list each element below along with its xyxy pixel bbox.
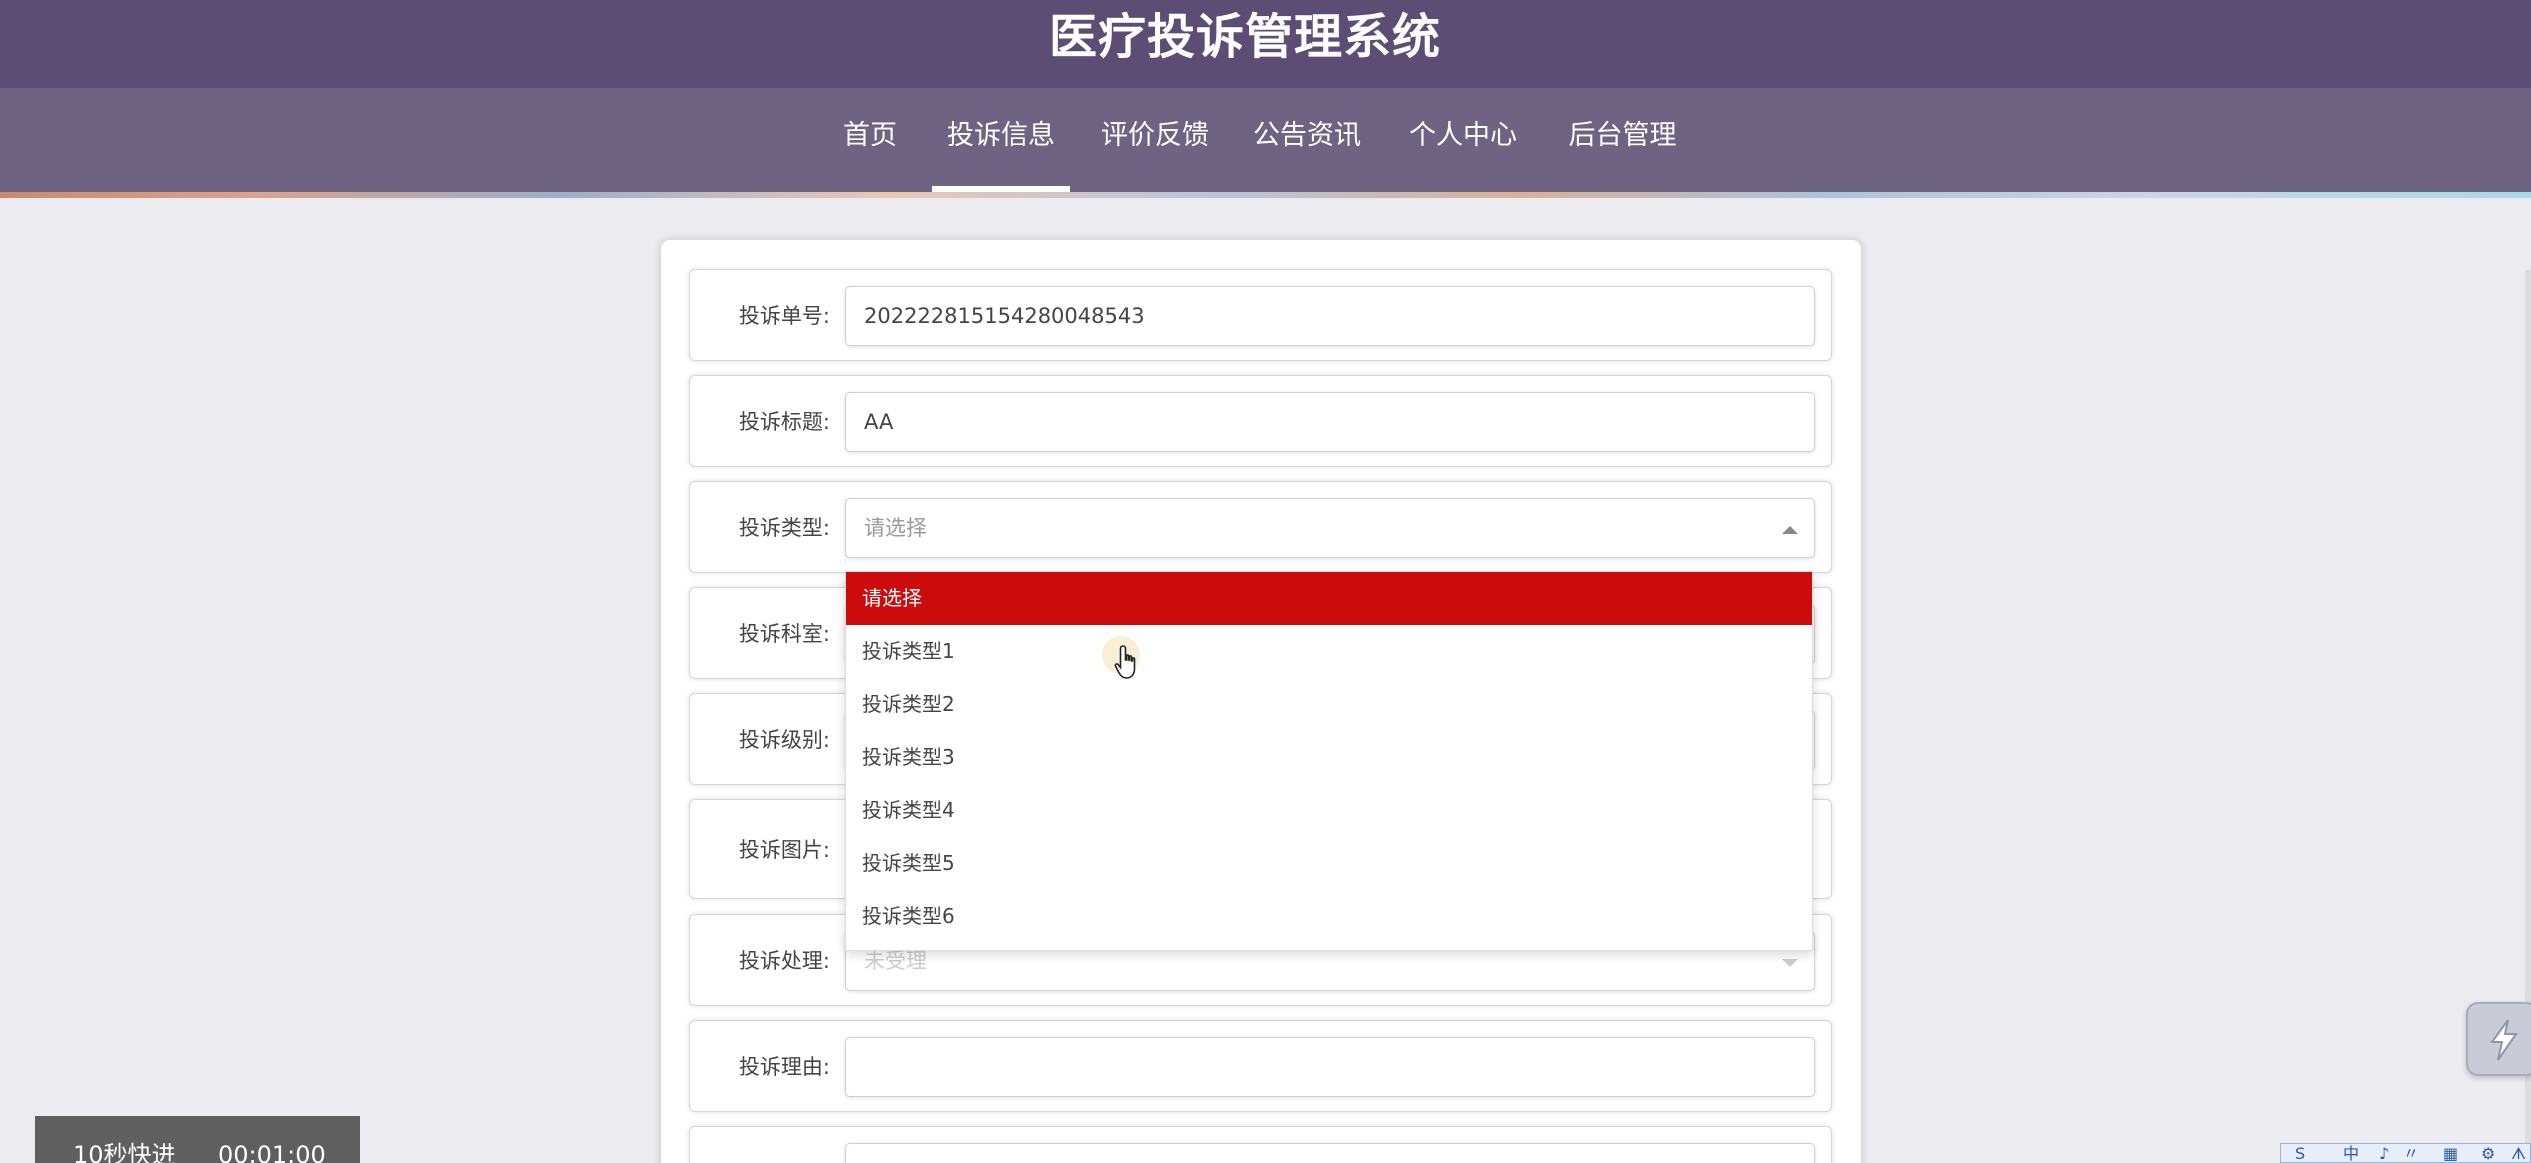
banner-image-strip <box>0 192 2531 198</box>
ime-settings-icon[interactable]: ⚙ <box>2481 1144 2495 1163</box>
ime-voice-icon[interactable]: ♪ <box>2379 1144 2389 1163</box>
top-header: 医疗投诉管理系统 <box>0 0 2531 88</box>
ime-toolbar: S 中 ♪ 〃 ▦ ⚙ ᗑ <box>2280 1143 2531 1163</box>
fast-forward-timer[interactable]: 10秒快进 00:01:00 <box>35 1116 360 1163</box>
dropdown-option[interactable]: 投诉类型4 <box>846 784 1812 837</box>
complaint-type-value: 请选择 <box>864 516 927 540</box>
main-nav: 首页 投诉信息 评价反馈 公告资讯 个人中心 后台管理 <box>0 88 2531 192</box>
complaint-no-label: 投诉单号: <box>738 304 830 328</box>
nav-item-feedback[interactable]: 评价反馈 <box>1090 88 1220 192</box>
timer-label: 10秒快进 <box>73 1141 176 1163</box>
complaint-type-select[interactable]: 请选择 <box>845 498 1815 558</box>
lightning-icon <box>2490 1019 2518 1061</box>
form-row-complaint-reason: 投诉理由: <box>689 1020 1832 1112</box>
form-row-complaint-title: 投诉标题: AA <box>689 375 1832 467</box>
dropdown-option[interactable]: 投诉类型5 <box>846 837 1812 890</box>
dropdown-option[interactable]: 投诉类型3 <box>846 731 1812 784</box>
complaint-type-label: 投诉类型: <box>738 516 830 540</box>
complaint-dept-label: 投诉科室: <box>738 622 830 646</box>
ime-lang-toggle[interactable]: 中 <box>2343 1144 2359 1163</box>
nav-item-home[interactable]: 首页 <box>826 88 914 192</box>
complaint-handling-value: 未受理 <box>864 949 927 973</box>
dropdown-option[interactable]: 投诉类型2 <box>846 678 1812 731</box>
complaint-reason-input[interactable] <box>845 1037 1815 1097</box>
form-row-next <box>689 1126 1832 1163</box>
dropdown-option[interactable]: 投诉类型1 <box>846 625 1812 678</box>
complaint-reason-label: 投诉理由: <box>738 1055 830 1079</box>
form-row-complaint-type: 投诉类型: 请选择 <box>689 481 1832 573</box>
timer-value: 00:01:00 <box>218 1141 326 1163</box>
ime-logo-icon[interactable]: S <box>2295 1144 2305 1163</box>
nav-item-admin[interactable]: 后台管理 <box>1555 88 1690 192</box>
complaint-image-label: 投诉图片: <box>738 838 830 862</box>
page: 医疗投诉管理系统 首页 投诉信息 评价反馈 公告资讯 个人中心 后台管理 投诉单… <box>0 0 2531 1163</box>
dropdown-option[interactable]: 投诉类型6 <box>846 890 1812 943</box>
complaint-title-label: 投诉标题: <box>738 410 830 434</box>
complaint-level-label: 投诉级别: <box>738 728 830 752</box>
complaint-handling-label: 投诉处理: <box>738 949 830 973</box>
form-row-complaint-no: 投诉单号: 202222815154280048543 <box>689 269 1832 361</box>
caret-up-icon <box>1782 526 1798 534</box>
nav-item-complaint-info[interactable]: 投诉信息 <box>932 88 1070 192</box>
site-title: 医疗投诉管理系统 <box>1048 9 1441 65</box>
complaint-no-input[interactable]: 202222815154280048543 <box>845 286 1815 346</box>
nav-list: 首页 投诉信息 评价反馈 公告资讯 个人中心 后台管理 <box>0 88 2531 192</box>
ime-punct-icon[interactable]: 〃 <box>2403 1144 2419 1163</box>
hand-cursor-icon <box>1114 645 1136 679</box>
next-field-input[interactable] <box>845 1143 1815 1163</box>
nav-item-announcements[interactable]: 公告资讯 <box>1242 88 1372 192</box>
complaint-type-dropdown: 请选择 投诉类型1 投诉类型2 投诉类型3 投诉类型4 投诉类型5 投诉类型6 <box>845 571 1813 951</box>
chevron-down-icon <box>1782 959 1798 967</box>
ime-skin-icon[interactable]: ᗑ <box>2511 1144 2526 1163</box>
dropdown-option[interactable]: 请选择 <box>846 572 1812 625</box>
floating-tool-button[interactable] <box>2466 1002 2531 1076</box>
ime-keyboard-icon[interactable]: ▦ <box>2443 1144 2458 1163</box>
nav-item-personal-center[interactable]: 个人中心 <box>1398 88 1528 192</box>
complaint-title-input[interactable]: AA <box>845 392 1815 452</box>
